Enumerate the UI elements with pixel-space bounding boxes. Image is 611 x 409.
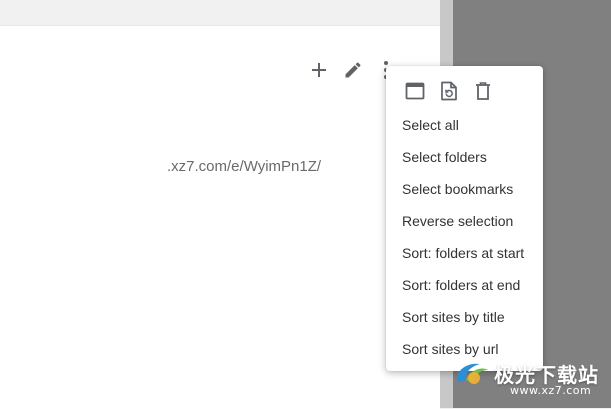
menu-icon-row (404, 80, 494, 102)
open-in-window-icon[interactable] (404, 80, 426, 102)
menu-item-sort-folders-start[interactable]: Sort: folders at start (386, 237, 543, 269)
delete-icon[interactable] (472, 80, 494, 102)
menu-list: Select all Select folders Select bookmar… (386, 109, 543, 365)
watermark-site: www.xz7.com (510, 384, 592, 397)
watermark-swirl-icon (457, 363, 488, 384)
pencil-icon[interactable] (342, 59, 364, 81)
menu-item-select-bookmarks[interactable]: Select bookmarks (386, 173, 543, 205)
menu-item-select-all[interactable]: Select all (386, 109, 543, 141)
more-options-menu: Select all Select folders Select bookmar… (386, 66, 543, 371)
menu-item-sort-folders-end[interactable]: Sort: folders at end (386, 269, 543, 301)
restore-file-icon[interactable] (438, 80, 460, 102)
bookmark-url[interactable]: .xz7.com/e/WyimPn1Z/ (167, 158, 321, 175)
bookmark-panel (0, 25, 440, 409)
menu-item-sort-by-title[interactable]: Sort sites by title (386, 301, 543, 333)
menu-item-reverse-selection[interactable]: Reverse selection (386, 205, 543, 237)
menu-item-select-folders[interactable]: Select folders (386, 141, 543, 173)
plus-icon[interactable] (308, 59, 330, 81)
